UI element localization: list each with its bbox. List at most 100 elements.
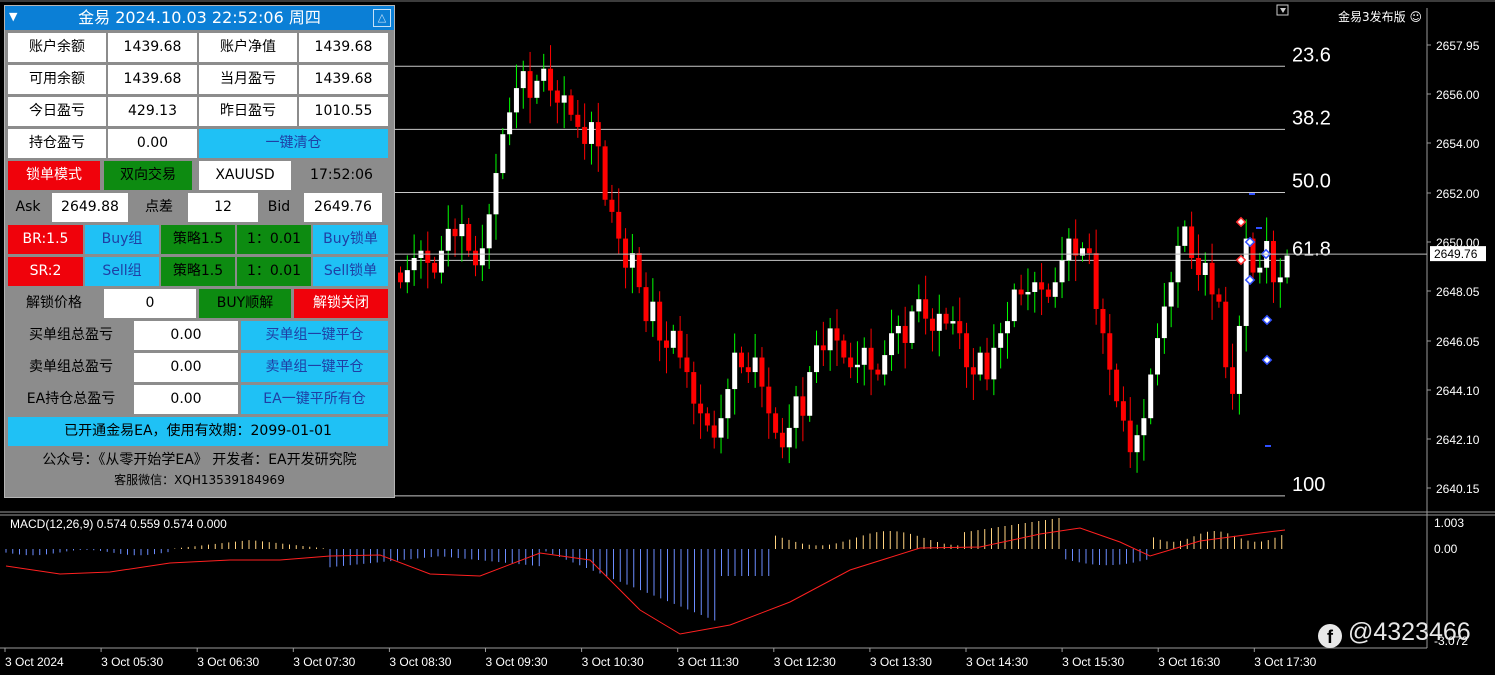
strategy-buy-button[interactable]: 策略1.5 <box>161 225 235 254</box>
yesterday-pl-label: 昨日盈亏 <box>199 97 297 126</box>
buy-group-button[interactable]: Buy组 <box>85 225 159 254</box>
lock-mode-button[interactable]: 锁单模式 <box>8 161 100 190</box>
candle-body <box>725 389 731 419</box>
macd-label: MACD(12,26,9) 0.574 0.559 0.574 0.000 <box>10 517 227 531</box>
candle-body <box>534 80 540 98</box>
panel-header[interactable]: ▼ 金易 2024.10.03 22:52:06 周四 △ <box>5 6 394 30</box>
sr-button[interactable]: SR:2 <box>8 257 83 286</box>
candle-body <box>1202 262 1208 275</box>
candle-body <box>970 367 976 375</box>
ea-close-all-button[interactable]: EA一键平所有仓 <box>241 385 388 414</box>
candle-body <box>445 228 451 251</box>
ratio-buy-button[interactable]: 1：0.01 <box>237 225 311 254</box>
two-way-trade-button[interactable]: 双向交易 <box>104 161 192 190</box>
candle-body <box>916 299 922 312</box>
candle-body <box>568 95 574 115</box>
ratio-sell-button[interactable]: 1：0.01 <box>237 257 311 286</box>
candle-body <box>1168 282 1174 307</box>
month-pl-value: 1439.68 <box>299 65 388 94</box>
candle-body <box>691 372 697 404</box>
candle-body <box>814 345 820 373</box>
candle-body <box>998 333 1004 348</box>
trading-terminal-window: 23.6 38.2 50.0 61.8 100 2657.95 2656.00 2654.0… <box>0 0 1495 675</box>
price-label: 2642.10 <box>1436 433 1480 447</box>
candle-body <box>1134 435 1140 453</box>
candle-body <box>1059 260 1065 283</box>
candle-body <box>1107 333 1113 370</box>
facebook-icon: f <box>1318 624 1342 648</box>
time-label: 3 Oct 06:30 <box>197 655 259 669</box>
candle-body <box>882 355 888 375</box>
candle-body <box>404 270 410 283</box>
candle-body <box>1093 253 1099 309</box>
candle-body <box>452 228 458 237</box>
minimize-icon[interactable]: △ <box>373 9 391 27</box>
candle-body <box>1004 321 1010 334</box>
candle-body <box>411 258 417 271</box>
bid-price-label: 2649.76 <box>1434 247 1478 261</box>
candle-body <box>1073 238 1079 256</box>
price-label: 2654.00 <box>1436 137 1480 151</box>
candle-body <box>1045 289 1051 297</box>
unlock-price-label: 解锁价格 <box>26 295 82 311</box>
candle-body <box>398 272 403 283</box>
candle-body <box>773 413 779 433</box>
candle-body <box>841 340 847 358</box>
buy-group-close-button[interactable]: 买单组一键平仓 <box>241 321 388 350</box>
sell-group-button[interactable]: Sell组 <box>85 257 159 286</box>
candle-body <box>752 357 758 373</box>
sell-lock-button[interactable]: Sell锁单 <box>313 257 388 286</box>
candle-body <box>1182 226 1188 246</box>
buy-lock-button[interactable]: Buy锁单 <box>313 225 388 254</box>
symbol-field[interactable]: XAUUSD <box>199 161 291 190</box>
buy-group-total-value: 0.00 <box>134 321 238 350</box>
candle-body <box>807 372 813 416</box>
candle-body <box>616 211 622 239</box>
time-label: 3 Oct 16:30 <box>1158 655 1220 669</box>
candle-body <box>473 250 479 266</box>
fib-level-label: 61.8 <box>1292 238 1331 260</box>
candle-body <box>1175 245 1181 283</box>
time-label: 3 Oct 2024 <box>5 655 64 669</box>
candle-body <box>800 396 806 416</box>
today-pl-value: 429.13 <box>108 97 197 126</box>
candle-body <box>889 333 895 356</box>
candle-body <box>718 418 724 438</box>
candle-body <box>1161 306 1167 339</box>
candle-body <box>1195 258 1201 275</box>
time-label: 3 Oct 14:30 <box>966 655 1028 669</box>
candle-body <box>486 214 492 249</box>
candle-body <box>459 224 465 237</box>
close-all-button[interactable]: 一键清仓 <box>199 129 388 158</box>
candle-body <box>820 345 826 351</box>
candle-body <box>425 250 431 263</box>
strategy-sell-button[interactable]: 策略1.5 <box>161 257 235 286</box>
ask-value: 2649.88 <box>52 193 128 222</box>
price-label: 2648.05 <box>1436 285 1480 299</box>
macd-axis-label: 0.00 <box>1434 542 1458 556</box>
candle-body <box>929 318 935 331</box>
time-label: 3 Oct 13:30 <box>870 655 932 669</box>
candle-body <box>650 301 656 322</box>
candle-body <box>1223 301 1229 368</box>
candle-body <box>950 321 956 324</box>
sell-group-close-button[interactable]: 卖单组一键平仓 <box>241 353 388 382</box>
candle-body <box>520 71 526 89</box>
bid-value: 2649.76 <box>304 193 382 222</box>
candle-body <box>991 347 997 380</box>
unlock-price-input[interactable]: 0 <box>104 289 196 318</box>
buy-unlock-button[interactable]: BUY顺解 <box>199 289 291 318</box>
candle-body <box>745 367 751 373</box>
candle-body <box>1148 374 1154 419</box>
candle-body <box>1236 325 1242 394</box>
position-pl-label: 持仓盈亏 <box>8 129 106 158</box>
ea-panel: ▼ 金易 2024.10.03 22:52:06 周四 △ 账户余额 1439.… <box>4 5 395 498</box>
br-button[interactable]: BR:1.5 <box>8 225 83 254</box>
candle-body <box>698 403 704 414</box>
candle-body <box>1018 289 1024 295</box>
candle-body <box>602 146 608 200</box>
candle-body <box>704 413 710 426</box>
unlock-close-button[interactable]: 解锁关闭 <box>294 289 388 318</box>
time-label: 3 Oct 07:30 <box>293 655 355 669</box>
collapse-arrow-icon[interactable]: ▼ <box>9 6 17 28</box>
